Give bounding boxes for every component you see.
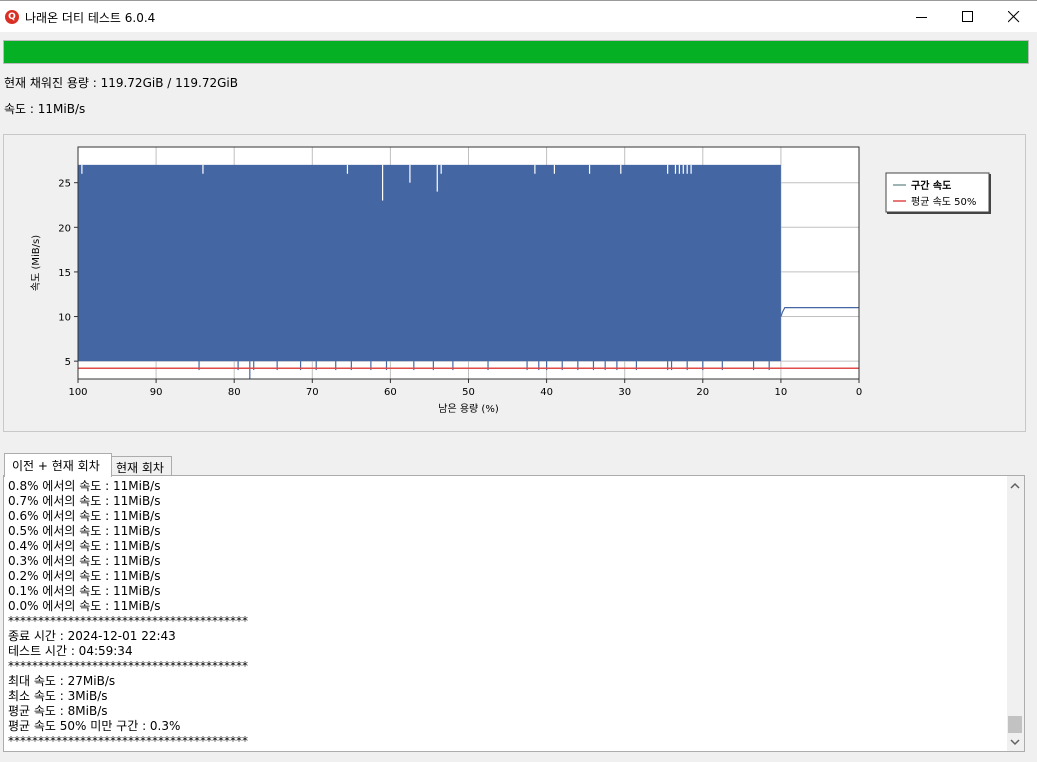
filled-capacity-label: 현재 채워진 용량 : 119.72GiB / 119.72GiB: [4, 76, 238, 90]
x-tick-label: 90: [150, 387, 163, 398]
x-tick-label: 30: [618, 387, 631, 398]
close-button[interactable]: [991, 2, 1037, 32]
y-tick-label: 15: [58, 268, 71, 279]
minimize-button[interactable]: [899, 2, 945, 32]
speed-band: [78, 164, 781, 362]
vertical-scrollbar[interactable]: [1007, 476, 1024, 751]
log-line: 평균 속도 50% 미만 구간 : 0.3%: [8, 719, 181, 733]
scroll-down-icon[interactable]: [1010, 738, 1020, 746]
log-textbox[interactable]: 0.8% 에서의 속도 : 11MiB/s 0.7% 에서의 속도 : 11MiB…: [3, 475, 1025, 752]
scroll-thumb[interactable]: [1008, 716, 1022, 733]
tab-label: 이전 + 현재 회차: [12, 459, 100, 473]
x-tick-label: 50: [462, 387, 475, 398]
log-line: 0.5% 에서의 속도 : 11MiB/s: [8, 524, 161, 538]
y-tick-label: 5: [65, 357, 71, 368]
x-tick-label: 70: [306, 387, 319, 398]
x-tick-label: 100: [68, 387, 87, 398]
log-line: 평균 속도 : 8MiB/s: [8, 704, 108, 718]
x-tick-label: 40: [540, 387, 553, 398]
log-line: ****************************************: [8, 614, 248, 628]
log-line: 0.7% 에서의 속도 : 11MiB/s: [8, 494, 161, 508]
x-tick-label: 10: [775, 387, 788, 398]
minimize-icon: [916, 17, 927, 18]
app-logo-icon: Q: [5, 10, 19, 24]
log-line: 0.6% 에서의 속도 : 11MiB/s: [8, 509, 161, 523]
speed-label: 속도 : 11MiB/s: [4, 102, 86, 116]
progress-bar: [3, 40, 1029, 64]
chart-legend: 구간 속도 평균 속도 50%: [885, 172, 991, 214]
log-line: 최대 속도 : 27MiB/s: [8, 674, 116, 688]
y-tick-label: 10: [58, 313, 71, 324]
log-line: 0.1% 에서의 속도 : 11MiB/s: [8, 584, 161, 598]
close-icon: [1008, 11, 1020, 23]
legend-label-segment-speed: 구간 속도: [911, 179, 951, 192]
x-tick-label: 20: [696, 387, 709, 398]
chart-series: [78, 164, 859, 379]
y-tick-label: 25: [58, 179, 71, 190]
y-axis-label: 속도 (MiB/s): [30, 235, 42, 291]
log-line: ****************************************: [8, 659, 248, 673]
x-tick-label: 0: [856, 387, 862, 398]
maximize-button[interactable]: [945, 2, 991, 32]
log-line: 테스트 시간 : 04:59:34: [8, 644, 133, 658]
tab-previous-and-current[interactable]: 이전 + 현재 회차: [4, 453, 112, 477]
window-title: 나래온 더티 테스트 6.0.4: [25, 11, 156, 25]
log-line: 0.2% 에서의 속도 : 11MiB/s: [8, 569, 161, 583]
y-tick-label: 20: [58, 223, 71, 234]
x-axis-label: 남은 용량 (%): [438, 403, 499, 415]
speed-chart-panel: 100 90 80 70 60 50 40 30 20 10 0 5 10 15 20 25 남은 용량 (%…: [3, 134, 1026, 432]
log-line: ****************************************: [8, 734, 248, 748]
title-bar: Q 나래온 더티 테스트 6.0.4: [0, 1, 1037, 32]
x-tick-label: 60: [384, 387, 397, 398]
log-line: 최소 속도 : 3MiB/s: [8, 689, 108, 703]
legend-label-average-speed: 평균 속도 50%: [911, 196, 976, 208]
log-line: 0.0% 에서의 속도 : 11MiB/s: [8, 599, 161, 613]
log-line: 0.4% 에서의 속도 : 11MiB/s: [8, 539, 161, 553]
x-tick-label: 80: [228, 387, 241, 398]
log-lines: 0.8% 에서의 속도 : 11MiB/s 0.7% 에서의 속도 : 11MiB…: [8, 479, 998, 749]
maximize-icon: [962, 11, 973, 22]
log-line: 종료 시간 : 2024-12-01 22:43: [8, 629, 176, 643]
tab-label: 현재 회차: [116, 461, 164, 475]
scroll-up-icon[interactable]: [1010, 482, 1020, 490]
tab-current[interactable]: 현재 회차: [110, 456, 172, 477]
log-line: 0.3% 에서의 속도 : 11MiB/s: [8, 554, 161, 568]
progress-fill: [4, 41, 1028, 63]
speed-chart: 100 90 80 70 60 50 40 30 20 10 0510152025 남은 용량 (%…: [30, 146, 991, 415]
log-line: 0.8% 에서의 속도 : 11MiB/s: [8, 479, 161, 493]
